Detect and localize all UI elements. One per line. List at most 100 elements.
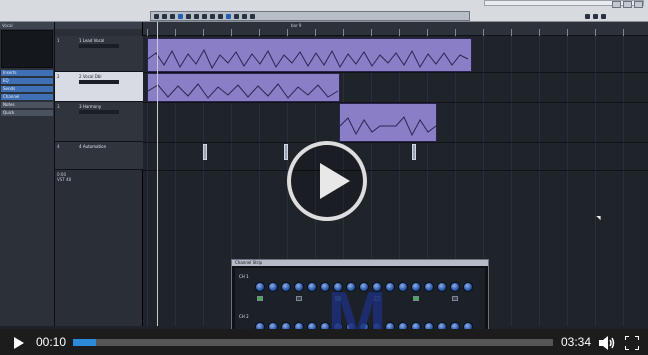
track-list: 1 1 Lead Vocal 2 2 Vocal Dbl 3 3 Harmony… <box>55 22 143 326</box>
tool-select-icon[interactable] <box>154 13 159 19</box>
ruler-tick <box>287 29 288 36</box>
lane-divider <box>143 142 648 143</box>
track-controls[interactable] <box>79 44 119 48</box>
automation-point[interactable] <box>203 144 207 160</box>
inspector-panel: Vocal Inserts EQ Sends Channel Notes Qui… <box>0 22 55 326</box>
knob-control[interactable] <box>255 282 265 292</box>
play-button[interactable] <box>14 337 24 349</box>
track-number: 4 <box>57 144 60 149</box>
ruler-tick <box>567 29 568 36</box>
knob-control[interactable] <box>307 282 317 292</box>
knob-control[interactable] <box>437 282 447 292</box>
video-play-overlay[interactable] <box>287 141 367 221</box>
ruler-tick <box>371 29 372 36</box>
sync-icon[interactable] <box>593 13 598 19</box>
ruler-tick <box>315 29 316 36</box>
track-name[interactable]: 3 Harmony <box>79 104 101 109</box>
knob-control[interactable] <box>463 282 473 292</box>
close-icon[interactable] <box>634 1 643 8</box>
knob-control[interactable] <box>450 282 460 292</box>
rack-row-label: CH 2 <box>239 314 249 319</box>
automation-point[interactable] <box>412 144 416 160</box>
grid-icon[interactable] <box>234 13 239 19</box>
rack-switch[interactable] <box>296 296 302 301</box>
inspector-channel-block <box>1 30 53 68</box>
fullscreen-icon[interactable] <box>625 336 639 350</box>
progress-bar[interactable] <box>73 339 553 346</box>
tool-split-icon[interactable] <box>170 13 175 19</box>
ruler-tick <box>511 29 512 36</box>
inspector-section-sends[interactable]: Sends <box>1 86 53 92</box>
toolbar-right <box>585 11 645 21</box>
minimize-icon[interactable] <box>612 1 621 8</box>
volume-icon[interactable] <box>599 336 615 350</box>
waveform <box>148 83 339 99</box>
timeline-ruler[interactable]: bar 9 <box>143 22 648 36</box>
tool-erase-icon[interactable] <box>186 13 191 19</box>
audio-clip-3[interactable] <box>339 103 437 142</box>
audio-clip-2[interactable] <box>147 73 340 102</box>
inspector-section-eq[interactable]: EQ <box>1 78 53 84</box>
track-controls[interactable] <box>79 80 119 84</box>
inspector-section-quick[interactable]: Quick <box>1 110 53 116</box>
grid-line <box>567 36 568 326</box>
grid-line <box>595 36 596 326</box>
audio-clip-1[interactable] <box>147 38 472 72</box>
window-buttons <box>612 1 643 8</box>
rack-switch[interactable] <box>257 296 263 301</box>
track-name[interactable]: 2 Vocal Dbl <box>79 74 101 79</box>
knob-control[interactable] <box>281 282 291 292</box>
maximize-icon[interactable] <box>623 1 632 8</box>
ruler-tick <box>203 29 204 36</box>
ruler-tick <box>595 29 596 36</box>
tool-mute-icon[interactable] <box>202 13 207 19</box>
track-3[interactable]: 3 3 Harmony <box>55 102 143 142</box>
waveform <box>340 116 436 137</box>
ruler-tick <box>147 29 148 36</box>
track-4[interactable]: 4 4 Automation <box>55 142 143 170</box>
inspector-section-notes[interactable]: Notes <box>1 102 53 108</box>
knob-control[interactable] <box>268 282 278 292</box>
ruler-tick <box>259 29 260 36</box>
quantize-icon[interactable] <box>242 13 247 19</box>
track-name[interactable]: 1 Lead Vocal <box>79 38 104 43</box>
inspector-section-inserts[interactable]: Inserts <box>1 70 53 76</box>
tool-range-icon[interactable] <box>162 13 167 19</box>
footer-line: VST 48 <box>57 177 72 182</box>
color-icon[interactable] <box>250 13 255 19</box>
track-controls[interactable] <box>79 110 119 114</box>
tool-draw-icon[interactable] <box>210 13 215 19</box>
track-name[interactable]: 4 Automation <box>79 144 106 149</box>
ruler-tick <box>175 29 176 36</box>
knob-control[interactable] <box>411 282 421 292</box>
track-2[interactable]: 2 2 Vocal Dbl <box>55 72 143 102</box>
tool-line-icon[interactable] <box>218 13 223 19</box>
waveform <box>148 48 469 70</box>
knob-control[interactable] <box>424 282 434 292</box>
metronome-icon[interactable] <box>585 13 590 19</box>
tool-zoom-icon[interactable] <box>194 13 199 19</box>
ruler-tick <box>483 29 484 36</box>
rack-switch[interactable] <box>452 296 458 301</box>
grid-line <box>623 36 624 326</box>
track-1[interactable]: 1 1 Lead Vocal <box>55 36 143 72</box>
playhead-cursor[interactable] <box>157 22 158 326</box>
media-icon[interactable] <box>601 13 606 19</box>
inspector-header: Vocal <box>0 22 54 29</box>
plugin-title-bar[interactable]: Channel Strip <box>232 260 488 266</box>
knob-control[interactable] <box>398 282 408 292</box>
track-number: 2 <box>57 74 60 79</box>
automation-point[interactable] <box>284 144 288 160</box>
tool-glue-icon[interactable] <box>178 13 183 19</box>
ruler-tick <box>455 29 456 36</box>
track-number: 1 <box>57 38 60 43</box>
knob-control[interactable] <box>294 282 304 292</box>
rack-switch[interactable] <box>413 296 419 301</box>
inspector-section-channel[interactable]: Channel <box>1 94 53 100</box>
track-number: 3 <box>57 104 60 109</box>
snap-icon[interactable] <box>226 13 231 19</box>
current-time: 00:10 <box>36 335 67 349</box>
track-list-footer: 0:00 VST 48 <box>55 170 143 184</box>
play-icon <box>320 163 350 199</box>
ruler-tick <box>427 29 428 36</box>
